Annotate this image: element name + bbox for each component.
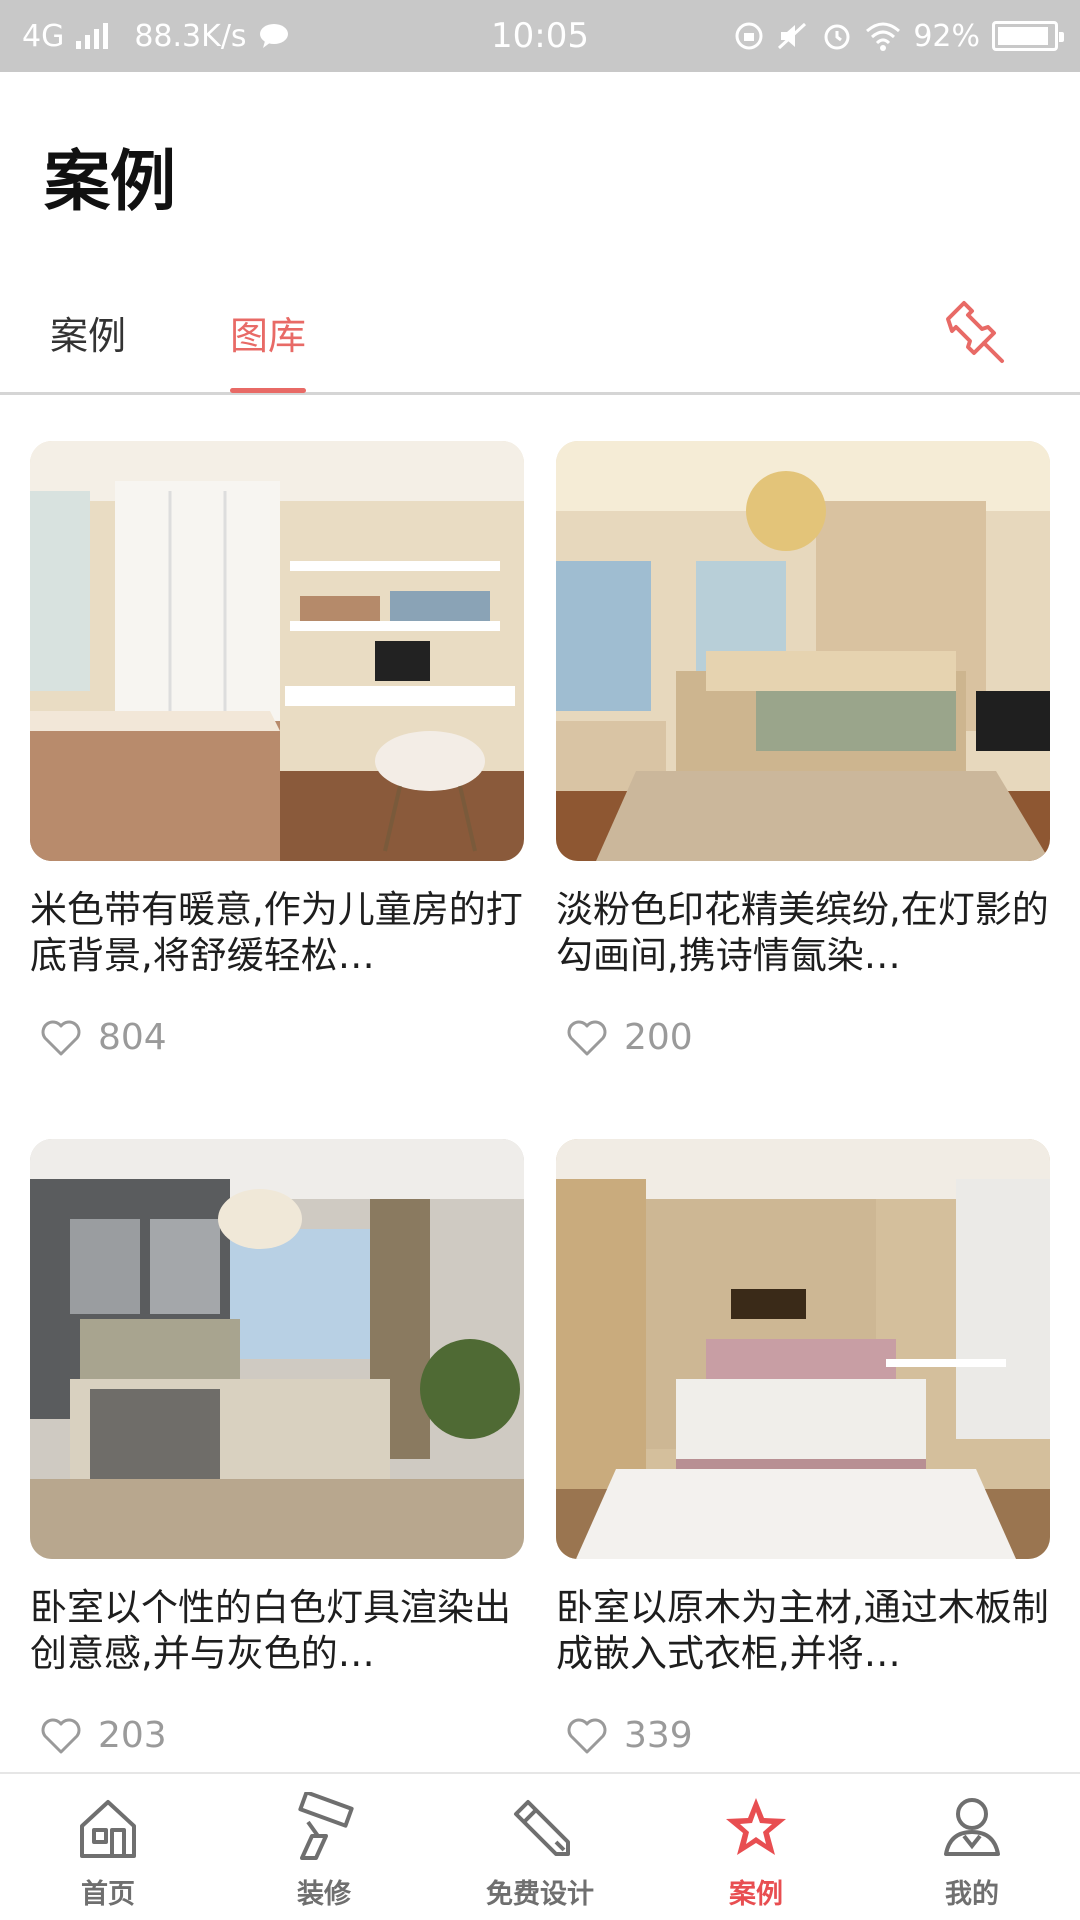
like-row[interactable]: 203: [30, 1715, 524, 1756]
heart-icon: [567, 1020, 607, 1055]
user-icon: [944, 1798, 1000, 1856]
gallery-title: 淡粉色印花精美缤纷,在灯影的勾画间,携诗情氤染…: [556, 888, 1049, 977]
pin-button[interactable]: [938, 297, 1010, 369]
nav-decor-label: 装修: [297, 1879, 351, 1910]
like-count: 200: [624, 1017, 693, 1058]
gallery-card[interactable]: 卧室以原木为主材,通过木板制成嵌入式衣柜,并将… 339: [556, 1139, 1050, 1837]
heart-icon: [41, 1020, 81, 1055]
like-count: 804: [98, 1017, 167, 1058]
gallery-title: 卧室以原木为主材,通过木板制成嵌入式衣柜,并将…: [556, 1586, 1049, 1675]
status-right: 92%: [733, 18, 1064, 54]
heart-icon: [41, 1718, 81, 1753]
tab-bar: 案例 图库: [0, 285, 1080, 395]
network-label: 4G: [22, 18, 65, 54]
home-icon: [80, 1800, 136, 1858]
paint-roller-icon: [298, 1792, 354, 1860]
alarm-icon: [821, 20, 853, 52]
nav-mine-label: 我的: [945, 1879, 999, 1910]
tab-gallery-label: 图库: [230, 314, 307, 358]
network-speed: 88.3K/s: [134, 18, 247, 54]
like-count: 203: [98, 1715, 167, 1756]
rotate-lock-icon: [733, 20, 765, 52]
active-tab-indicator: [230, 388, 306, 393]
chat-icon: [259, 23, 289, 49]
battery-percent: 92%: [913, 18, 980, 54]
tab-cases[interactable]: 案例: [50, 305, 126, 375]
wifi-icon: [865, 21, 901, 51]
like-row[interactable]: 804: [30, 1017, 524, 1058]
gallery-image[interactable]: [556, 441, 1050, 861]
gallery-grid: 米色带有暖意,作为儿童房的打底背景,将舒缓轻松… 804 淡粉色印花精美缤纷,在…: [30, 441, 1050, 1837]
like-row[interactable]: 339: [556, 1715, 1050, 1756]
status-left: 4G 88.3K/s: [22, 19, 289, 54]
tab-cases-label: 案例: [50, 314, 127, 358]
gallery-image[interactable]: [556, 1139, 1050, 1559]
tab-gallery[interactable]: 图库: [230, 305, 307, 393]
gallery-card[interactable]: 淡粉色印花精美缤纷,在灯影的勾画间,携诗情氤染… 200: [556, 441, 1050, 1139]
nav-cases-label: 案例: [729, 1879, 783, 1910]
pencil-icon: [514, 1800, 570, 1856]
nav-mine[interactable]: 我的: [864, 1774, 1080, 1920]
battery-icon: [992, 21, 1064, 51]
heart-icon: [567, 1718, 607, 1753]
like-row[interactable]: 200: [556, 1017, 1050, 1058]
gallery-title: 卧室以个性的白色灯具渲染出创意感,并与灰色的…: [30, 1586, 511, 1675]
nav-free-design[interactable]: 免费设计: [432, 1774, 648, 1920]
battery-fill: [998, 27, 1048, 45]
status-bar: 4G 88.3K/s 10:05 92%: [0, 0, 1080, 72]
gallery-image[interactable]: [30, 1139, 524, 1559]
star-icon: [726, 1798, 786, 1855]
pin-icon: [946, 301, 1004, 363]
mute-icon: [777, 20, 809, 52]
nav-free-design-label: 免费设计: [486, 1879, 594, 1910]
nav-cases[interactable]: 案例: [648, 1774, 864, 1920]
gallery-image[interactable]: [30, 441, 524, 861]
signal-icon: [76, 23, 109, 49]
page-title: 案例: [44, 143, 176, 220]
nav-decor[interactable]: 装修: [216, 1774, 432, 1920]
gallery-card[interactable]: 卧室以个性的白色灯具渲染出创意感,并与灰色的… 203: [30, 1139, 524, 1837]
nav-home[interactable]: 首页: [0, 1774, 216, 1920]
nav-home-label: 首页: [81, 1879, 135, 1910]
bottom-nav: 首页 装修 免费设计 案例 我的: [0, 1772, 1080, 1920]
like-count: 339: [624, 1715, 693, 1756]
gallery-card[interactable]: 米色带有暖意,作为儿童房的打底背景,将舒缓轻松… 804: [30, 441, 524, 1139]
gallery-title: 米色带有暖意,作为儿童房的打底背景,将舒缓轻松…: [30, 888, 523, 977]
